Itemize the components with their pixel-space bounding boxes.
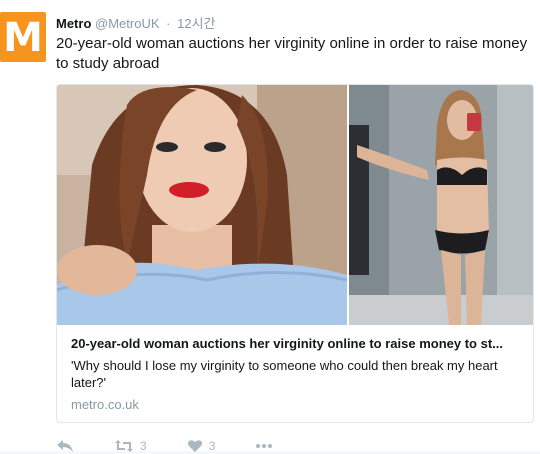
card-domain: metro.co.uk	[71, 397, 139, 412]
tweet-header: Metro @MetroUK · 12시간	[56, 13, 216, 32]
tweet-time[interactable]: 12시간	[177, 16, 215, 31]
tweet[interactable]: M Metro @MetroUK · 12시간 20-year-old woma…	[0, 0, 540, 454]
avatar-letter: M	[3, 15, 43, 61]
separator: ·	[166, 16, 171, 31]
portrait-photo	[57, 85, 348, 325]
mirror-selfie-photo	[349, 85, 533, 325]
author-name[interactable]: Metro	[56, 16, 91, 31]
card-body: 20-year-old woman auctions her virginity…	[71, 335, 523, 412]
more-button[interactable]	[255, 443, 273, 449]
tweet-actions: 3 3	[56, 438, 356, 454]
author-handle[interactable]: @MetroUK	[95, 16, 160, 31]
metro-avatar[interactable]: M	[0, 12, 46, 62]
link-card[interactable]: 20-year-old woman auctions her virginity…	[56, 84, 534, 423]
tweet-text: 20-year-old woman auctions her virginity…	[56, 35, 528, 72]
card-title[interactable]: 20-year-old woman auctions her virginity…	[71, 335, 523, 353]
more-icon	[256, 444, 273, 448]
card-media[interactable]	[57, 85, 533, 325]
card-description: 'Why should I lose my virginity to someo…	[71, 358, 498, 390]
